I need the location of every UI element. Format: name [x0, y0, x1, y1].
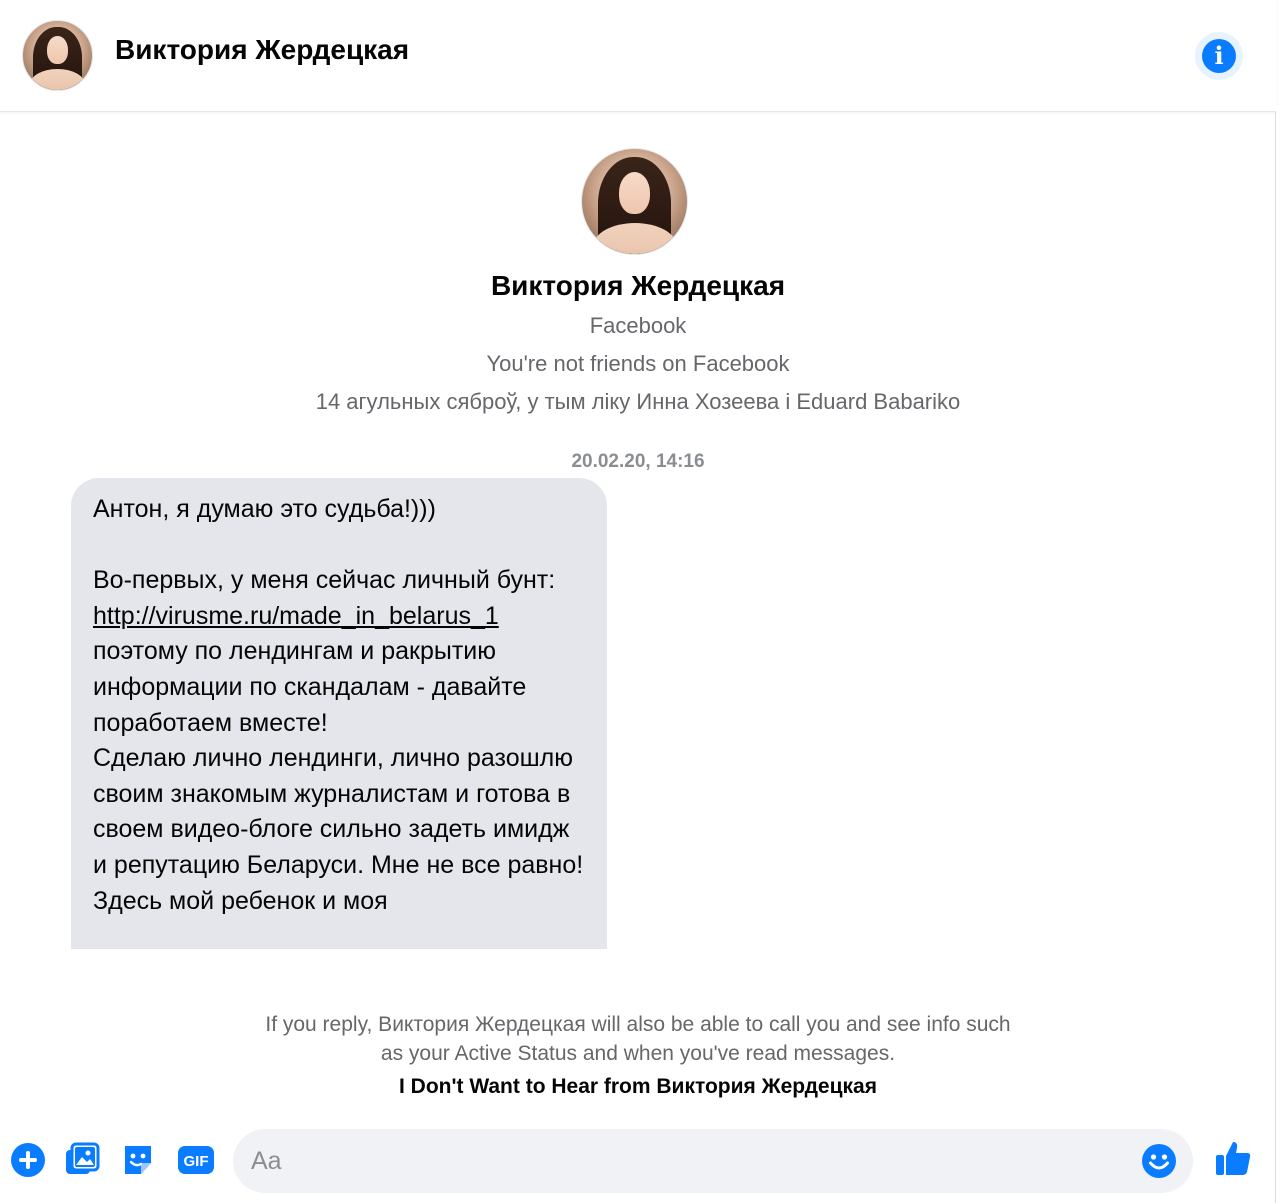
sticker-icon — [125, 1146, 151, 1174]
message-line: Антон, я думаю это судьба!))) — [93, 495, 436, 523]
reply-notice-text: If you reply, Виктория Жердецкая will al… — [265, 1013, 1011, 1065]
chat-window: Виктория Жердецкая i Виктория Жердецкая … — [0, 0, 1276, 1203]
message-link[interactable]: http://virusme.ru/made_in_belarus_1 — [93, 602, 499, 630]
emoji-button[interactable] — [1141, 1143, 1177, 1179]
message-line: Сделаю лично лендинги, лично разошлю сво… — [93, 744, 584, 915]
like-button[interactable] — [1213, 1138, 1253, 1178]
mutual-friends: 14 агульных сяброў, у тым ліку Инна Хозе… — [315, 389, 961, 414]
sticker-button[interactable] — [118, 1140, 158, 1180]
chat-header: Виктория Жердецкая i — [0, 0, 1276, 112]
svg-text:GIF: GIF — [184, 1153, 209, 1170]
profile-source: Facebook — [589, 313, 687, 338]
message-input-container[interactable] — [233, 1129, 1193, 1193]
more-actions-button[interactable] — [8, 1140, 48, 1180]
attach-image-button[interactable] — [62, 1140, 102, 1180]
composer: GIF — [0, 1120, 1276, 1203]
message-bubble[interactable]: Антон, я думаю это судьба!))) Во-первых,… — [71, 478, 607, 950]
profile-avatar[interactable] — [581, 148, 688, 255]
info-icon: i — [1202, 39, 1236, 73]
gif-button[interactable]: GIF — [176, 1140, 216, 1180]
header-avatar[interactable] — [22, 20, 93, 91]
message-scroll-area[interactable]: Антон, я думаю это судьба!))) Во-первых,… — [71, 478, 607, 970]
conversation-info-button[interactable]: i — [1195, 32, 1243, 80]
message-timestamp: 20.02.20, 14:16 — [571, 451, 705, 472]
image-icon — [66, 1142, 100, 1174]
reply-notice: If you reply, Виктория Жердецкая will al… — [0, 1010, 1276, 1068]
message-input[interactable] — [251, 1129, 1131, 1193]
friend-status: You're not friends on Facebook — [486, 351, 790, 376]
message-line: поэтому по лендингам и ракрытию информац… — [93, 637, 527, 737]
header-title[interactable]: Виктория Жердецкая — [115, 34, 409, 66]
plus-icon — [11, 1143, 45, 1177]
profile-name[interactable]: Виктория Жердецкая — [0, 270, 1276, 302]
thumbs-up-icon — [1216, 1142, 1251, 1175]
message-line: Во-первых, у меня сейчас личный бунт: — [93, 566, 556, 595]
emoji-icon — [1142, 1144, 1176, 1178]
gif-icon: GIF — [178, 1146, 214, 1174]
dont-want-to-hear-button[interactable]: I Don't Want to Hear from Виктория Жерде… — [0, 1075, 1276, 1099]
